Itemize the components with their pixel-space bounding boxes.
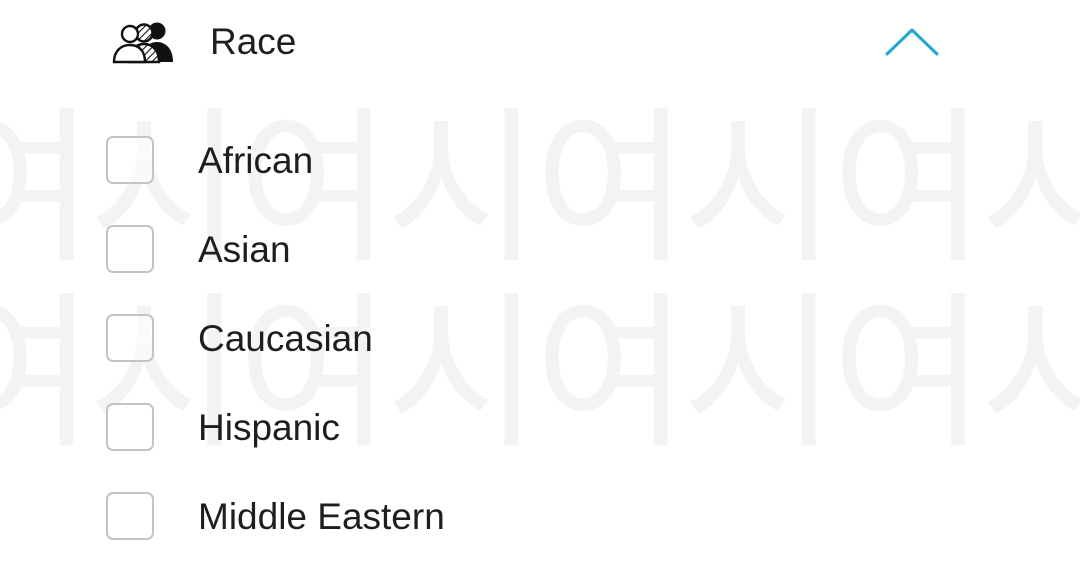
checkbox-hispanic[interactable] <box>106 403 154 451</box>
checkbox-asian[interactable] <box>106 225 154 273</box>
option-label: Asian <box>198 229 291 270</box>
checkbox-middle-eastern[interactable] <box>106 492 154 540</box>
option-label: African <box>198 140 314 181</box>
option-african[interactable]: African <box>100 131 700 191</box>
checkbox-caucasian[interactable] <box>106 314 154 362</box>
race-options-list: African Asian Caucasian Hispanic Middle … <box>0 0 1080 588</box>
option-asian[interactable]: Asian <box>100 220 700 280</box>
option-caucasian[interactable]: Caucasian <box>100 309 700 369</box>
option-middle-eastern[interactable]: Middle Eastern <box>100 487 700 547</box>
option-hispanic[interactable]: Hispanic <box>100 398 700 458</box>
race-filter-screen: 여시여시여시여시 여시여시여시여시 Race African Asian Cau… <box>0 0 1080 588</box>
option-label: Caucasian <box>198 318 373 359</box>
option-label: Hispanic <box>198 407 340 448</box>
checkbox-african[interactable] <box>106 136 154 184</box>
option-label: Middle Eastern <box>198 496 445 537</box>
